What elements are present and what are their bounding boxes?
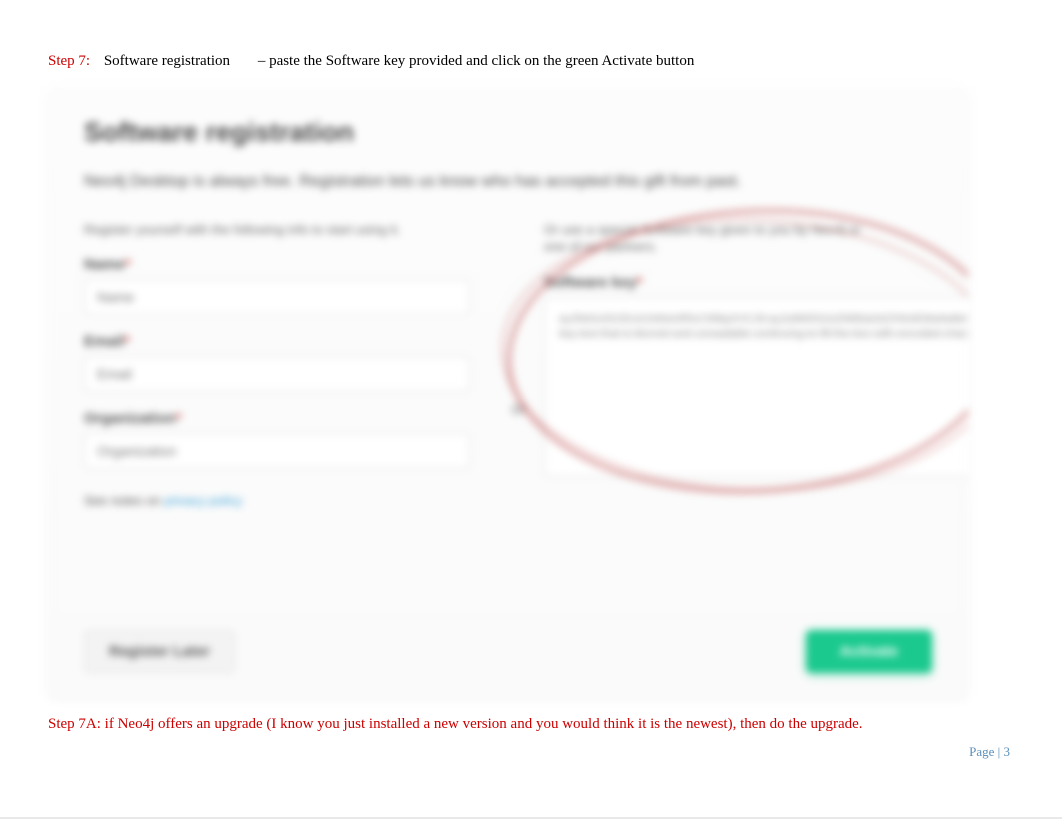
activate-button[interactable]: Activate (806, 630, 932, 673)
step-title: Software registration (104, 53, 230, 69)
footer-separator (0, 817, 1062, 819)
step-7a-note: Step 7A: if Neo4j offers an upgrade (I k… (48, 713, 978, 736)
required-mark: * (176, 410, 182, 427)
org-label: Organization* (84, 410, 470, 427)
dialog-title: Software registration (84, 117, 932, 148)
software-key-right: Or use a special Software key given to y… (544, 221, 968, 509)
name-input[interactable] (84, 279, 470, 315)
step-description: – paste the Software key provided and cl… (258, 53, 695, 69)
name-label: Name* (84, 256, 470, 273)
dialog-subtitle: Neo4j Desktop is always free. Registrati… (84, 170, 844, 193)
registration-screenshot: Software registration Neo4j Desktop is a… (48, 87, 968, 697)
privacy-note: See notes on privacy policy (84, 493, 470, 508)
step-7-instruction: Step 7: Software registration – paste th… (48, 50, 1014, 73)
email-label: Email* (84, 333, 470, 350)
page-number: Page | 3 (969, 744, 1010, 760)
or-divider: or (494, 221, 544, 509)
software-key-input[interactable]: eyJhbGciOiJSUzI1NiIsInR5cCI6IkpXVCJ9.eyJ… (544, 297, 968, 477)
right-hint: Or use a special Software key given to y… (544, 221, 884, 256)
step-label: Step 7: (48, 53, 90, 69)
register-later-button[interactable]: Register Later (84, 630, 235, 673)
left-hint: Register yourself with the following inf… (84, 221, 444, 239)
email-input[interactable] (84, 356, 470, 392)
software-key-label: Software key* (544, 274, 968, 291)
required-mark: * (124, 333, 130, 350)
required-mark: * (125, 256, 131, 273)
privacy-link[interactable]: privacy policy (164, 493, 242, 508)
required-mark: * (637, 274, 643, 291)
org-input[interactable] (84, 433, 470, 469)
register-form-left: Register yourself with the following inf… (84, 221, 494, 509)
